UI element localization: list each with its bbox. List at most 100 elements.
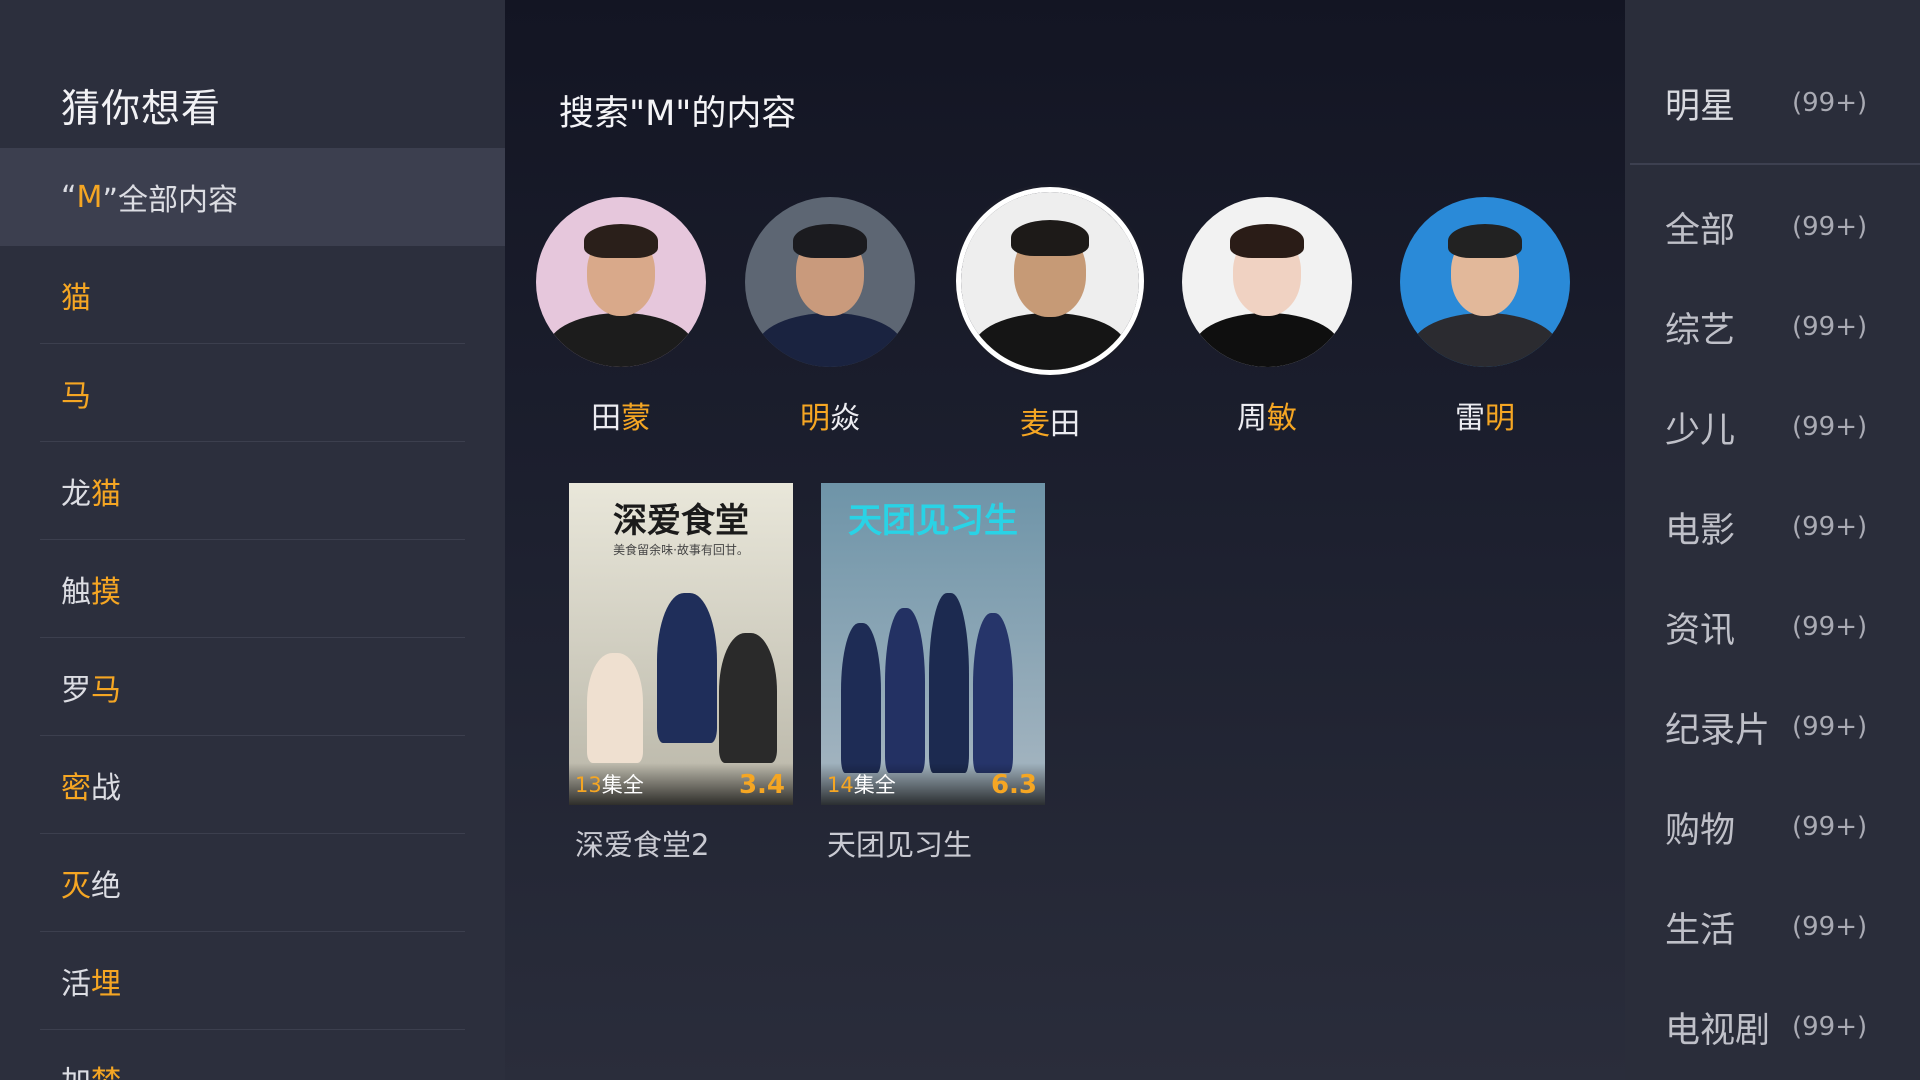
episode-suffix: 集全 xyxy=(853,773,896,797)
poster-title-art: 深爱食堂 xyxy=(613,501,749,541)
episode-count: 14集全 xyxy=(827,769,896,799)
category-item[interactable]: 全部 (99+) xyxy=(1665,187,1915,267)
poster-image: 天团见习生 14集全 6.3 xyxy=(821,483,1045,805)
category-count: (99+) xyxy=(1792,712,1868,742)
category-count: (99+) xyxy=(1792,312,1868,342)
match-highlight: 埋 xyxy=(91,967,121,1002)
suggestion-text: “ xyxy=(61,179,77,215)
person-name: 周敏 xyxy=(1167,393,1367,437)
person-card[interactable]: 麦田 xyxy=(950,185,1150,445)
search-results: 搜索"M"的内容 田蒙 明焱 麦田 周敏 雷明 深爱食堂 美食留余味·故事有回甘。 13集全… xyxy=(505,0,1625,1080)
category-label: 纪录片 xyxy=(1665,710,1771,751)
match-highlight: M xyxy=(76,179,103,215)
suggestion-text: 触 xyxy=(61,575,91,610)
episode-number: 14 xyxy=(827,773,854,797)
person-name: 田蒙 xyxy=(521,393,721,437)
suggestion-text: 活 xyxy=(61,967,91,1002)
match-highlight: 敏 xyxy=(1267,401,1297,436)
person-card[interactable]: 周敏 xyxy=(1167,185,1367,445)
category-label: 明星 xyxy=(1665,86,1736,127)
poster-caption: 天团见习生 xyxy=(827,828,973,862)
category-divider xyxy=(1630,163,1920,165)
suggestion-item[interactable]: 猫 xyxy=(0,246,505,344)
avatar-hair xyxy=(1010,220,1090,257)
people-row: 田蒙 明焱 麦田 周敏 雷明 xyxy=(505,185,1625,445)
avatar-body xyxy=(973,313,1127,370)
category-label: 少儿 xyxy=(1665,410,1736,451)
category-label: 综艺 xyxy=(1665,310,1736,351)
poster-tagline: 美食留余味·故事有回甘。 xyxy=(613,543,749,557)
category-item[interactable]: 资讯 (99+) xyxy=(1665,587,1915,667)
category-panel: 明星 (99+) 全部 (99+) 综艺 (99+) 少儿 (99+) 电影 (99+) 资讯 (… xyxy=(1625,0,1920,1080)
category-item[interactable]: 少儿 (99+) xyxy=(1665,387,1915,467)
poster-figure xyxy=(657,593,717,743)
category-count: (99+) xyxy=(1792,612,1868,642)
suggestion-panel: 猜你想看 “M”全部内容猫马龙猫触摸罗马密战灭绝活埋加梦 xyxy=(0,0,505,1080)
poster-card[interactable]: 深爱食堂 美食留余味·故事有回甘。 13集全 3.4 深爱食堂2 xyxy=(569,483,793,862)
category-item[interactable]: 综艺 (99+) xyxy=(1665,287,1915,367)
person-card[interactable]: 雷明 xyxy=(1385,185,1585,445)
poster-card[interactable]: 天团见习生 14集全 6.3 天团见习生 xyxy=(821,483,1045,862)
suggestion-text: ”全部内容 xyxy=(102,183,238,218)
suggestion-item[interactable]: 罗马 xyxy=(0,638,505,736)
category-count: (99+) xyxy=(1792,1012,1868,1042)
category-label: 电视剧 xyxy=(1665,1010,1771,1051)
avatar-hair xyxy=(1229,224,1305,259)
match-highlight: 明 xyxy=(800,401,830,436)
rating-score: 3.4 xyxy=(738,770,785,800)
match-highlight: 猫 xyxy=(91,477,121,512)
avatar xyxy=(745,197,915,367)
poster-figure xyxy=(973,613,1013,773)
match-highlight: 蒙 xyxy=(621,401,651,436)
category-item[interactable]: 生活 (99+) xyxy=(1665,887,1915,967)
episode-suffix: 集全 xyxy=(601,773,644,797)
suggestion-item[interactable]: 加梦 xyxy=(0,1030,505,1080)
category-item[interactable]: 纪录片 (99+) xyxy=(1665,687,1915,767)
person-card[interactable]: 田蒙 xyxy=(521,185,721,445)
rating-score: 6.3 xyxy=(990,770,1037,800)
poster-title-art: 天团见习生 xyxy=(848,501,1018,541)
category-stars[interactable]: 明星 (99+) xyxy=(1665,63,1915,143)
poster-figure xyxy=(885,608,925,773)
match-highlight: 梦 xyxy=(91,1057,121,1080)
avatar xyxy=(1400,197,1570,367)
category-label: 生活 xyxy=(1665,910,1736,951)
search-results-title: 搜索"M"的内容 xyxy=(559,94,797,134)
suggestion-text: 战 xyxy=(91,771,121,806)
suggestion-item[interactable]: 马 xyxy=(0,344,505,442)
avatar xyxy=(536,197,706,367)
suggestion-text: 加 xyxy=(61,1057,91,1080)
poster-figure xyxy=(587,653,643,763)
name-text: 周 xyxy=(1237,401,1267,436)
suggestion-item[interactable]: 龙猫 xyxy=(0,442,505,540)
name-text: 焱 xyxy=(830,401,860,436)
episode-count: 13集全 xyxy=(575,769,644,799)
suggestion-item[interactable]: 密战 xyxy=(0,736,505,834)
suggestion-text: 罗 xyxy=(61,673,91,708)
match-highlight: 马 xyxy=(61,379,91,414)
category-item[interactable]: 电影 (99+) xyxy=(1665,487,1915,567)
person-name: 雷明 xyxy=(1385,393,1585,437)
avatar-hair xyxy=(792,224,868,259)
suggestion-text: 绝 xyxy=(91,869,121,904)
category-item[interactable]: 购物 (99+) xyxy=(1665,787,1915,867)
suggestion-title: 猜你想看 xyxy=(61,87,222,132)
suggestion-text: 龙 xyxy=(61,477,91,512)
person-card[interactable]: 明焱 xyxy=(730,185,930,445)
match-highlight: 摸 xyxy=(91,575,121,610)
category-count: (99+) xyxy=(1792,212,1868,242)
suggestion-item[interactable]: “M ”全部内容 xyxy=(0,148,505,246)
poster-figure xyxy=(841,623,881,773)
match-highlight: 灭 xyxy=(61,869,91,904)
avatar-hair xyxy=(583,224,659,259)
category-item[interactable]: 电视剧 (99+) xyxy=(1665,987,1915,1067)
suggestion-item[interactable]: 活埋 xyxy=(0,932,505,1030)
match-highlight: 密 xyxy=(61,771,91,806)
suggestion-item[interactable]: 灭绝 xyxy=(0,834,505,932)
category-count: (99+) xyxy=(1792,512,1868,542)
suggestion-item[interactable]: 触摸 xyxy=(0,540,505,638)
person-name: 麦田 xyxy=(950,399,1150,443)
poster-figure xyxy=(719,633,777,763)
category-count: (99+) xyxy=(1792,88,1868,118)
person-name: 明焱 xyxy=(730,393,930,437)
